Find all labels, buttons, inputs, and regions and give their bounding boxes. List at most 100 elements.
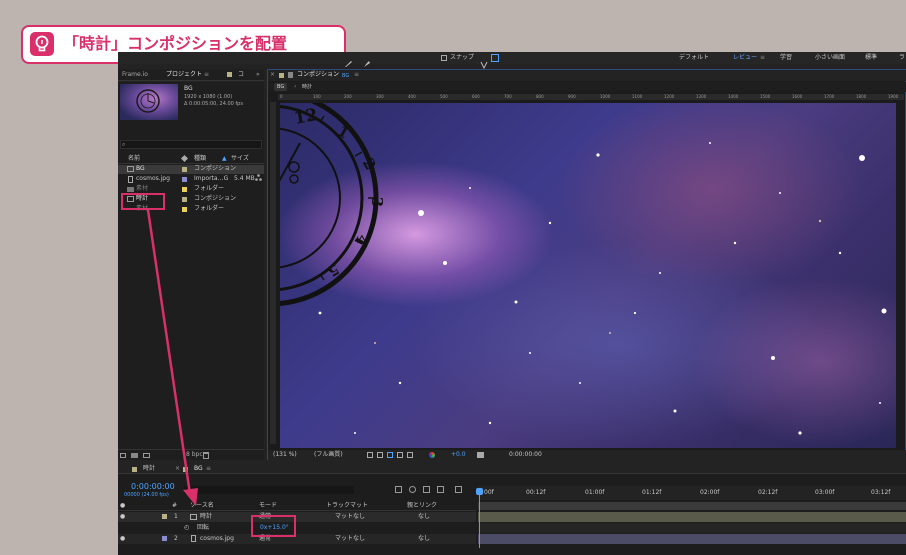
panel-color-chip: [279, 73, 284, 78]
item-name: BG: [136, 165, 145, 172]
column-source-name[interactable]: ソース名: [190, 502, 214, 510]
snap-checkbox[interactable]: [441, 55, 447, 61]
pin-tool-icon[interactable]: [362, 53, 371, 67]
ruler-label: 500: [440, 94, 448, 99]
layer-name: 時計: [200, 513, 213, 520]
mask-icon[interactable]: [387, 452, 393, 458]
close-icon[interactable]: ×: [270, 71, 275, 79]
sort-arrow-icon[interactable]: ▲: [222, 155, 227, 163]
bpc-label[interactable]: 8 bpc: [186, 451, 203, 459]
label-color: [162, 514, 167, 519]
tab-other[interactable]: コ: [238, 71, 244, 79]
column-name[interactable]: 名前: [128, 155, 140, 163]
project-thumbnail: [120, 84, 178, 120]
timeline-tab-bg[interactable]: BG: [194, 465, 203, 473]
project-search-input[interactable]: ⌕: [120, 140, 262, 149]
track-layer-1[interactable]: [478, 512, 906, 522]
workspace-small[interactable]: 小さい画面: [815, 54, 845, 62]
guides-icon[interactable]: [397, 452, 403, 458]
tab-project[interactable]: プロジェクト: [166, 71, 202, 79]
timeline-menu-icon[interactable]: ≡: [206, 465, 211, 473]
list-item[interactable]: BG コンポジション: [118, 165, 264, 181]
color-channel-icon[interactable]: [429, 452, 435, 458]
playhead-handle[interactable]: [476, 488, 483, 495]
ruler-label: 700: [504, 94, 512, 99]
close-icon[interactable]: ×: [175, 465, 180, 473]
top-toolbar: スナップ デフォルト レビュー ≡ 学習 小さい画面 標準 ラ: [118, 52, 906, 70]
pen-tool-icon[interactable]: [344, 53, 353, 67]
transparency-grid-icon[interactable]: [377, 452, 383, 458]
column-type[interactable]: 種類: [194, 155, 206, 163]
comp-tab-name[interactable]: BG: [342, 72, 349, 80]
composition-panel: × コンポジション BG ≡ BG › 時計 0 100 200 300 400…: [267, 69, 906, 461]
breadcrumb-clock[interactable]: 時計: [302, 83, 312, 91]
time-tick: 01:00f: [585, 489, 605, 496]
layer-matte[interactable]: マットなし: [335, 535, 365, 543]
ruler-label: 1200: [664, 94, 675, 99]
ruler-label: 1800: [856, 94, 867, 99]
layer-parent[interactable]: なし: [418, 513, 430, 521]
view-icon[interactable]: [407, 452, 413, 458]
label-tag-icon[interactable]: [180, 154, 189, 163]
list-item[interactable]: cosmos.jpg Importa…G 5.4 MB: [118, 175, 264, 184]
grid-snap-icon[interactable]: [491, 54, 499, 62]
flowchart-icon[interactable]: [255, 166, 262, 181]
region-icon[interactable]: [367, 452, 373, 458]
timeline-icon[interactable]: [455, 486, 462, 493]
zoom-dropdown[interactable]: (131 %): [273, 451, 297, 459]
tab-frameio[interactable]: Frame.io: [122, 71, 148, 79]
frame-blend-icon[interactable]: [423, 486, 430, 493]
interpret-footage-icon[interactable]: [120, 453, 126, 458]
column-size[interactable]: サイズ: [231, 155, 249, 163]
lock-icon[interactable]: [288, 72, 293, 78]
camera-icon[interactable]: [477, 452, 484, 458]
comp-breadcrumb-bar: BG › 時計: [268, 82, 906, 92]
eye-icon[interactable]: ●: [120, 502, 125, 510]
workspace-extra[interactable]: ラ: [899, 54, 905, 62]
column-mode[interactable]: モード: [259, 502, 277, 510]
magnet-icon[interactable]: [480, 54, 488, 70]
table-row[interactable]: ● 2 cosmos.jpg 通常 マットなし なし: [118, 534, 476, 544]
layer-matte[interactable]: マットなし: [335, 513, 365, 521]
playhead[interactable]: [479, 490, 480, 548]
project-menu-icon[interactable]: ≡: [204, 71, 209, 79]
column-trackmatte[interactable]: トラックマット: [326, 502, 368, 510]
draft-3d-icon[interactable]: [395, 486, 402, 493]
motion-blur-icon[interactable]: [409, 486, 416, 493]
comp-tab-label[interactable]: コンポジション: [297, 71, 339, 79]
clock-number-12: 12: [292, 105, 320, 129]
workspace-default[interactable]: デフォルト: [679, 54, 709, 62]
timeline-timecode[interactable]: 0:00:00:00: [131, 482, 175, 491]
visibility-eye-icon[interactable]: ●: [120, 535, 125, 543]
lightbulb-icon: [30, 32, 54, 56]
exposure-value[interactable]: +0.0: [451, 451, 466, 459]
new-comp-icon[interactable]: [143, 453, 150, 458]
time-ruler[interactable]: 00f 00:12f 01:00f 01:12f 02:00f 02:12f 0…: [478, 486, 906, 500]
workspace-standard[interactable]: 標準: [865, 54, 877, 62]
comp-timecode[interactable]: 0:00:00:00: [509, 451, 542, 459]
new-folder-icon[interactable]: [131, 453, 138, 458]
layer-parent[interactable]: なし: [418, 535, 430, 543]
timeline-search-input[interactable]: [184, 486, 354, 494]
workspace-learn[interactable]: 学習: [780, 54, 792, 62]
tab-overflow-icon[interactable]: »: [256, 71, 260, 79]
breadcrumb-bg[interactable]: BG: [274, 83, 288, 91]
selected-item-duration: Δ 0:00:05:00, 24.00 fps: [184, 101, 243, 107]
comp-menu-icon[interactable]: ≡: [354, 71, 359, 79]
graph-editor-icon[interactable]: [437, 486, 444, 493]
track-layer-2[interactable]: [478, 534, 906, 544]
table-row[interactable]: ● 1 時計 通常 マットなし なし: [118, 512, 476, 522]
column-parent[interactable]: 親とリンク: [407, 502, 437, 510]
ruler-label: 800: [536, 94, 544, 99]
composition-canvas[interactable]: 12 1 2 3 4 5: [280, 103, 896, 448]
label-color: [162, 536, 167, 541]
trash-icon[interactable]: [203, 452, 209, 459]
stopwatch-icon[interactable]: ◴: [184, 524, 189, 532]
resolution-dropdown[interactable]: (フル画質): [314, 451, 343, 459]
workspace-menu-icon[interactable]: ≡: [760, 54, 765, 62]
visibility-eye-icon[interactable]: ●: [120, 513, 125, 521]
work-area-bar[interactable]: [478, 502, 906, 510]
workspace-review[interactable]: レビュー: [733, 54, 757, 62]
timeline-tab-clock[interactable]: 時計: [143, 465, 155, 473]
item-type: コンポジション: [194, 165, 237, 172]
